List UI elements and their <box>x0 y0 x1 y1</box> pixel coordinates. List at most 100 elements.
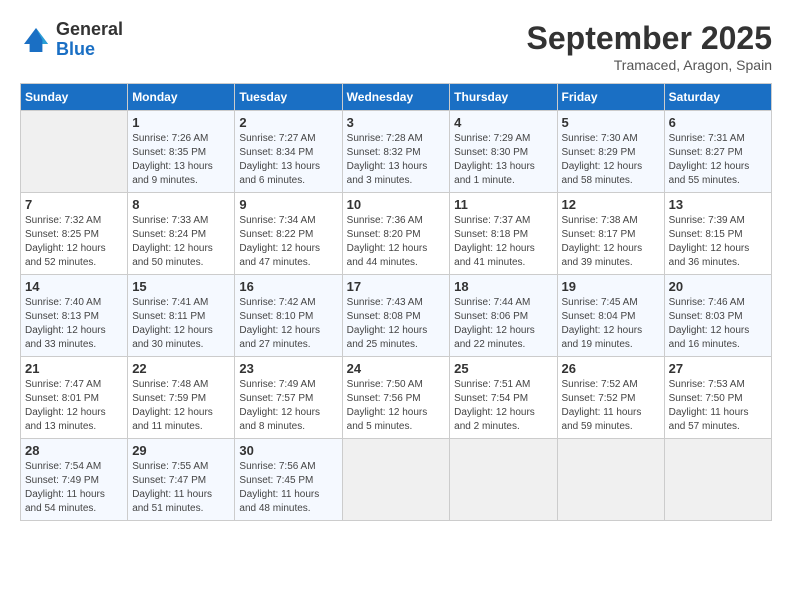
calendar-cell: 20 Sunrise: 7:46 AMSunset: 8:03 PMDayligh… <box>664 275 771 357</box>
day-number: 26 <box>562 361 660 376</box>
calendar-week-3: 14Sunrise: 7:40 AMSunset: 8:13 PMDayligh… <box>21 275 772 357</box>
day-info: Sunrise: 7:51 AMSunset: 7:54 PMDaylight:… <box>454 378 552 434</box>
day-info: Sunrise: 7:50 AMSunset: 7:56 PMDaylight:… <box>347 378 446 434</box>
day-number: 23 <box>239 361 337 376</box>
day-number: 1 <box>132 115 230 130</box>
day-number: 20 <box>669 279 767 294</box>
day-number: 6 <box>669 115 767 130</box>
day-info: Sunrise: 7:28 AMSunset: 8:32 PMDaylight:… <box>347 132 446 188</box>
calendar-cell: 22 Sunrise: 7:48 AMSunset: 7:59 PMDayligh… <box>128 357 235 439</box>
day-number: 5 <box>562 115 660 130</box>
day-info: Sunrise: 7:36 AMSunset: 8:20 PMDaylight:… <box>347 214 446 270</box>
day-info: Sunrise: 7:40 AMSunset: 8:13 PMDaylight:… <box>25 296 123 352</box>
weekday-header-tuesday: Tuesday <box>235 84 342 111</box>
day-info: Sunrise: 7:33 AMSunset: 8:24 PMDaylight:… <box>132 214 230 270</box>
logo: General Blue <box>20 20 123 60</box>
day-info: Sunrise: 7:48 AMSunset: 7:59 PMDaylight:… <box>132 378 230 434</box>
calendar-cell: 15 Sunrise: 7:41 AMSunset: 8:11 PMDayligh… <box>128 275 235 357</box>
day-number: 11 <box>454 197 552 212</box>
calendar-cell: 5 Sunrise: 7:30 AMSunset: 8:29 PMDaylight… <box>557 111 664 193</box>
calendar-cell: 1 Sunrise: 7:26 AMSunset: 8:35 PMDaylight… <box>128 111 235 193</box>
day-number: 30 <box>239 443 337 458</box>
day-number: 7 <box>25 197 123 212</box>
calendar-week-1: 1 Sunrise: 7:26 AMSunset: 8:35 PMDaylight… <box>21 111 772 193</box>
calendar-cell: 27 Sunrise: 7:53 AMSunset: 7:50 PMDayligh… <box>664 357 771 439</box>
day-info: Sunrise: 7:39 AMSunset: 8:15 PMDaylight:… <box>669 214 767 270</box>
calendar-week-4: 21 Sunrise: 7:47 AMSunset: 8:01 PMDayligh… <box>21 357 772 439</box>
calendar-cell: 26 Sunrise: 7:52 AMSunset: 7:52 PMDayligh… <box>557 357 664 439</box>
calendar-cell: 2Sunrise: 7:27 AMSunset: 8:34 PMDaylight… <box>235 111 342 193</box>
day-number: 10 <box>347 197 446 212</box>
calendar-cell: 28Sunrise: 7:54 AMSunset: 7:49 PMDayligh… <box>21 439 128 521</box>
day-info: Sunrise: 7:38 AMSunset: 8:17 PMDaylight:… <box>562 214 660 270</box>
calendar-cell: 17 Sunrise: 7:43 AMSunset: 8:08 PMDayligh… <box>342 275 450 357</box>
calendar-cell: 8 Sunrise: 7:33 AMSunset: 8:24 PMDaylight… <box>128 193 235 275</box>
day-info: Sunrise: 7:43 AMSunset: 8:08 PMDaylight:… <box>347 296 446 352</box>
day-number: 22 <box>132 361 230 376</box>
calendar-cell: 23 Sunrise: 7:49 AMSunset: 7:57 PMDayligh… <box>235 357 342 439</box>
page-header: General Blue September 2025 Tramaced, Ar… <box>20 20 772 73</box>
day-info: Sunrise: 7:56 AMSunset: 7:45 PMDaylight:… <box>239 460 337 516</box>
day-info: Sunrise: 7:29 AMSunset: 8:30 PMDaylight:… <box>454 132 552 188</box>
calendar-cell: 21 Sunrise: 7:47 AMSunset: 8:01 PMDayligh… <box>21 357 128 439</box>
calendar-cell: 6 Sunrise: 7:31 AMSunset: 8:27 PMDaylight… <box>664 111 771 193</box>
calendar-cell: 14Sunrise: 7:40 AMSunset: 8:13 PMDayligh… <box>21 275 128 357</box>
calendar-cell: 25 Sunrise: 7:51 AMSunset: 7:54 PMDayligh… <box>450 357 557 439</box>
weekday-header-wednesday: Wednesday <box>342 84 450 111</box>
calendar-cell: 11 Sunrise: 7:37 AMSunset: 8:18 PMDayligh… <box>450 193 557 275</box>
calendar-cell <box>21 111 128 193</box>
month-title: September 2025 <box>527 20 772 57</box>
day-info: Sunrise: 7:27 AMSunset: 8:34 PMDaylight:… <box>239 132 337 188</box>
calendar-week-5: 28Sunrise: 7:54 AMSunset: 7:49 PMDayligh… <box>21 439 772 521</box>
day-info: Sunrise: 7:37 AMSunset: 8:18 PMDaylight:… <box>454 214 552 270</box>
day-number: 27 <box>669 361 767 376</box>
day-info: Sunrise: 7:44 AMSunset: 8:06 PMDaylight:… <box>454 296 552 352</box>
title-area: September 2025 Tramaced, Aragon, Spain <box>527 20 772 73</box>
weekday-header-monday: Monday <box>128 84 235 111</box>
calendar-cell: 24Sunrise: 7:50 AMSunset: 7:56 PMDayligh… <box>342 357 450 439</box>
day-number: 25 <box>454 361 552 376</box>
day-info: Sunrise: 7:55 AMSunset: 7:47 PMDaylight:… <box>132 460 230 516</box>
day-info: Sunrise: 7:41 AMSunset: 8:11 PMDaylight:… <box>132 296 230 352</box>
day-info: Sunrise: 7:26 AMSunset: 8:35 PMDaylight:… <box>132 132 230 188</box>
day-info: Sunrise: 7:49 AMSunset: 7:57 PMDaylight:… <box>239 378 337 434</box>
day-number: 15 <box>132 279 230 294</box>
day-number: 8 <box>132 197 230 212</box>
day-info: Sunrise: 7:34 AMSunset: 8:22 PMDaylight:… <box>239 214 337 270</box>
day-info: Sunrise: 7:53 AMSunset: 7:50 PMDaylight:… <box>669 378 767 434</box>
weekday-header-thursday: Thursday <box>450 84 557 111</box>
day-number: 29 <box>132 443 230 458</box>
day-number: 21 <box>25 361 123 376</box>
day-number: 18 <box>454 279 552 294</box>
day-number: 4 <box>454 115 552 130</box>
day-number: 13 <box>669 197 767 212</box>
calendar-cell: 13 Sunrise: 7:39 AMSunset: 8:15 PMDayligh… <box>664 193 771 275</box>
day-number: 3 <box>347 115 446 130</box>
calendar-cell: 10 Sunrise: 7:36 AMSunset: 8:20 PMDayligh… <box>342 193 450 275</box>
weekday-header-row: SundayMondayTuesdayWednesdayThursdayFrid… <box>21 84 772 111</box>
day-number: 19 <box>562 279 660 294</box>
day-info: Sunrise: 7:31 AMSunset: 8:27 PMDaylight:… <box>669 132 767 188</box>
calendar-cell: 7Sunrise: 7:32 AMSunset: 8:25 PMDaylight… <box>21 193 128 275</box>
calendar-cell: 9 Sunrise: 7:34 AMSunset: 8:22 PMDaylight… <box>235 193 342 275</box>
calendar-cell <box>450 439 557 521</box>
weekday-header-friday: Friday <box>557 84 664 111</box>
calendar-table: SundayMondayTuesdayWednesdayThursdayFrid… <box>20 83 772 521</box>
calendar-cell: 29 Sunrise: 7:55 AMSunset: 7:47 PMDayligh… <box>128 439 235 521</box>
calendar-cell: 30 Sunrise: 7:56 AMSunset: 7:45 PMDayligh… <box>235 439 342 521</box>
day-number: 17 <box>347 279 446 294</box>
logo-text: General Blue <box>56 20 123 60</box>
day-number: 9 <box>239 197 337 212</box>
weekday-header-sunday: Sunday <box>21 84 128 111</box>
day-info: Sunrise: 7:30 AMSunset: 8:29 PMDaylight:… <box>562 132 660 188</box>
day-info: Sunrise: 7:46 AMSunset: 8:03 PMDaylight:… <box>669 296 767 352</box>
day-info: Sunrise: 7:47 AMSunset: 8:01 PMDaylight:… <box>25 378 123 434</box>
day-info: Sunrise: 7:42 AMSunset: 8:10 PMDaylight:… <box>239 296 337 352</box>
day-info: Sunrise: 7:45 AMSunset: 8:04 PMDaylight:… <box>562 296 660 352</box>
day-info: Sunrise: 7:52 AMSunset: 7:52 PMDaylight:… <box>562 378 660 434</box>
calendar-cell <box>664 439 771 521</box>
calendar-cell: 19 Sunrise: 7:45 AMSunset: 8:04 PMDayligh… <box>557 275 664 357</box>
calendar-cell: 3 Sunrise: 7:28 AMSunset: 8:32 PMDaylight… <box>342 111 450 193</box>
calendar-cell: 18 Sunrise: 7:44 AMSunset: 8:06 PMDayligh… <box>450 275 557 357</box>
logo-icon <box>20 24 52 56</box>
